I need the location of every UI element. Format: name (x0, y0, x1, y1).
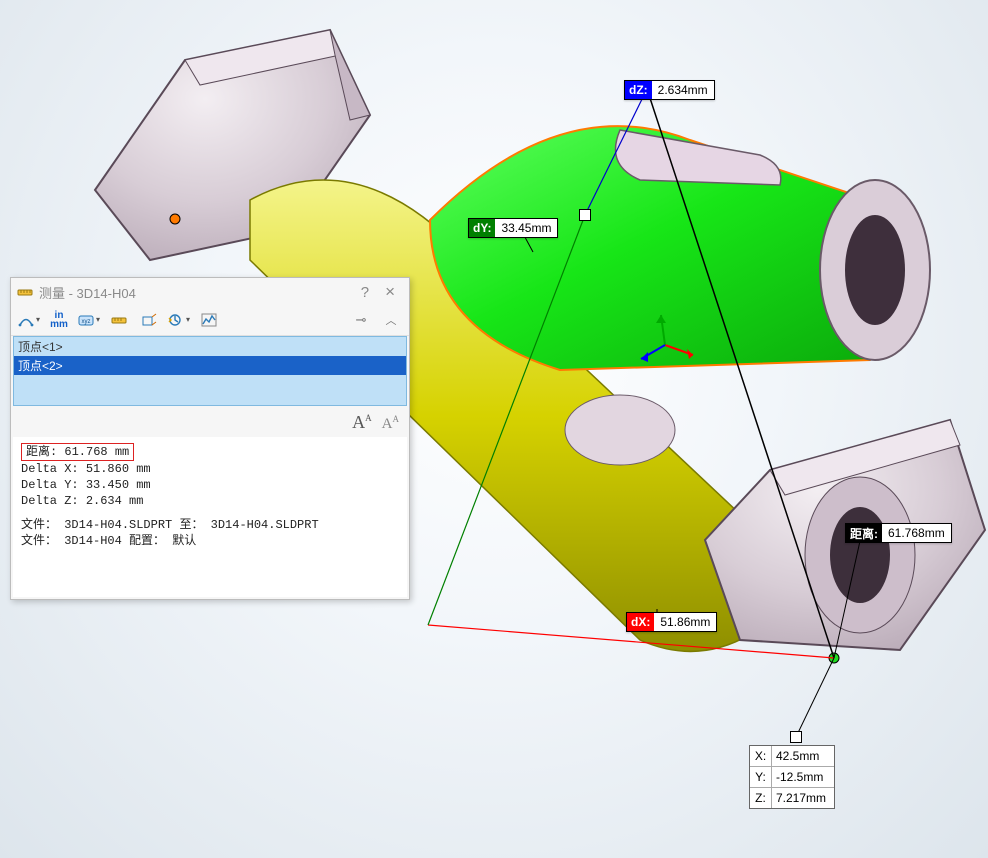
coord-y-value: -12.5mm (772, 767, 832, 787)
coord-z-value: 7.217mm (772, 788, 834, 808)
result-dy-label: Delta Y: (21, 478, 79, 492)
collapse-button[interactable]: ︿ (377, 308, 405, 332)
result-distance-label: 距离: (26, 445, 57, 459)
vertex-1-marker (170, 214, 180, 224)
svg-text:xyz: xyz (81, 319, 90, 325)
result-file2-value: 3D14-H04 配置： 默认 (64, 534, 196, 548)
selection-item-1[interactable]: 顶点<1> (14, 337, 406, 356)
projected-button[interactable] (135, 308, 163, 332)
font-size-controls: AA AA (11, 406, 409, 433)
measure-title: 测量 - 3D14-H04 (39, 283, 353, 302)
measure-toolbar: inmm xyz ⊸ ︿ (11, 306, 409, 336)
coordinate-readout[interactable]: X:42.5mm Y:-12.5mm Z:7.217mm (749, 745, 835, 809)
model-cylinder-green (430, 126, 930, 370)
result-file2-label: 文件： (21, 534, 57, 548)
pin-button[interactable]: ⊸ (347, 308, 375, 332)
result-distance-value: 61.768 mm (64, 445, 129, 459)
result-dx-label: Delta X: (21, 462, 79, 476)
callout-dx-value: 51.86mm (654, 613, 716, 631)
callout-dz-tag: dZ: (625, 81, 652, 99)
ruler-button[interactable] (105, 308, 133, 332)
units-button[interactable]: inmm (45, 308, 73, 332)
callout-dz[interactable]: dZ: 2.634mm (624, 80, 715, 100)
callout-dz-value: 2.634mm (652, 81, 714, 99)
result-file1-value: 3D14-H04.SLDPRT 至： 3D14-H04.SLDPRT (64, 518, 318, 532)
selection-item-2[interactable]: 顶点<2> (14, 356, 406, 375)
font-decrease-button[interactable]: AA (382, 416, 399, 432)
model-boss (565, 395, 675, 465)
coord-x-value: 42.5mm (772, 746, 832, 766)
close-button[interactable]: × (377, 282, 403, 302)
measure-app-icon (17, 284, 33, 300)
result-dz-value: 2.634 mm (86, 494, 144, 508)
callout-distance-value: 61.768mm (882, 524, 951, 542)
coord-z-label: Z: (750, 788, 772, 808)
result-dz-label: Delta Z: (21, 494, 79, 508)
callout-distance-tag: 距离: (846, 524, 882, 542)
coord-x-label: X: (750, 746, 772, 766)
callout-dx-tag: dX: (627, 613, 654, 631)
callout-distance[interactable]: 距离: 61.768mm (845, 523, 952, 543)
xyz-button[interactable]: xyz (75, 308, 103, 332)
measure-titlebar[interactable]: 测量 - 3D14-H04 ? × (11, 278, 409, 306)
help-button[interactable]: ? (353, 284, 377, 301)
results-panel: 距离: 61.768 mm Delta X: 51.860 mm Delta Y… (13, 437, 407, 597)
selection-list[interactable]: 顶点<1> 顶点<2> (13, 336, 407, 406)
callout-dy-tag: dY: (469, 219, 495, 237)
history-button[interactable] (165, 308, 193, 332)
result-file1-label: 文件： (21, 518, 57, 532)
leader-node-dy (579, 209, 591, 221)
measure-dialog[interactable]: 测量 - 3D14-H04 ? × inmm xyz ⊸ ︿ 顶点<1> 顶点< (10, 277, 410, 600)
coord-y-label: Y: (750, 767, 772, 787)
leader-node-coord (790, 731, 802, 743)
font-increase-button[interactable]: AA (352, 412, 372, 432)
callout-dy[interactable]: dY: 33.45mm (468, 218, 558, 238)
callout-dy-value: 33.45mm (495, 219, 557, 237)
arc-mode-button[interactable] (15, 308, 43, 332)
result-dx-value: 51.860 mm (86, 462, 151, 476)
result-dy-value: 33.450 mm (86, 478, 151, 492)
sensor-button[interactable] (195, 308, 223, 332)
callout-dx[interactable]: dX: 51.86mm (626, 612, 717, 632)
